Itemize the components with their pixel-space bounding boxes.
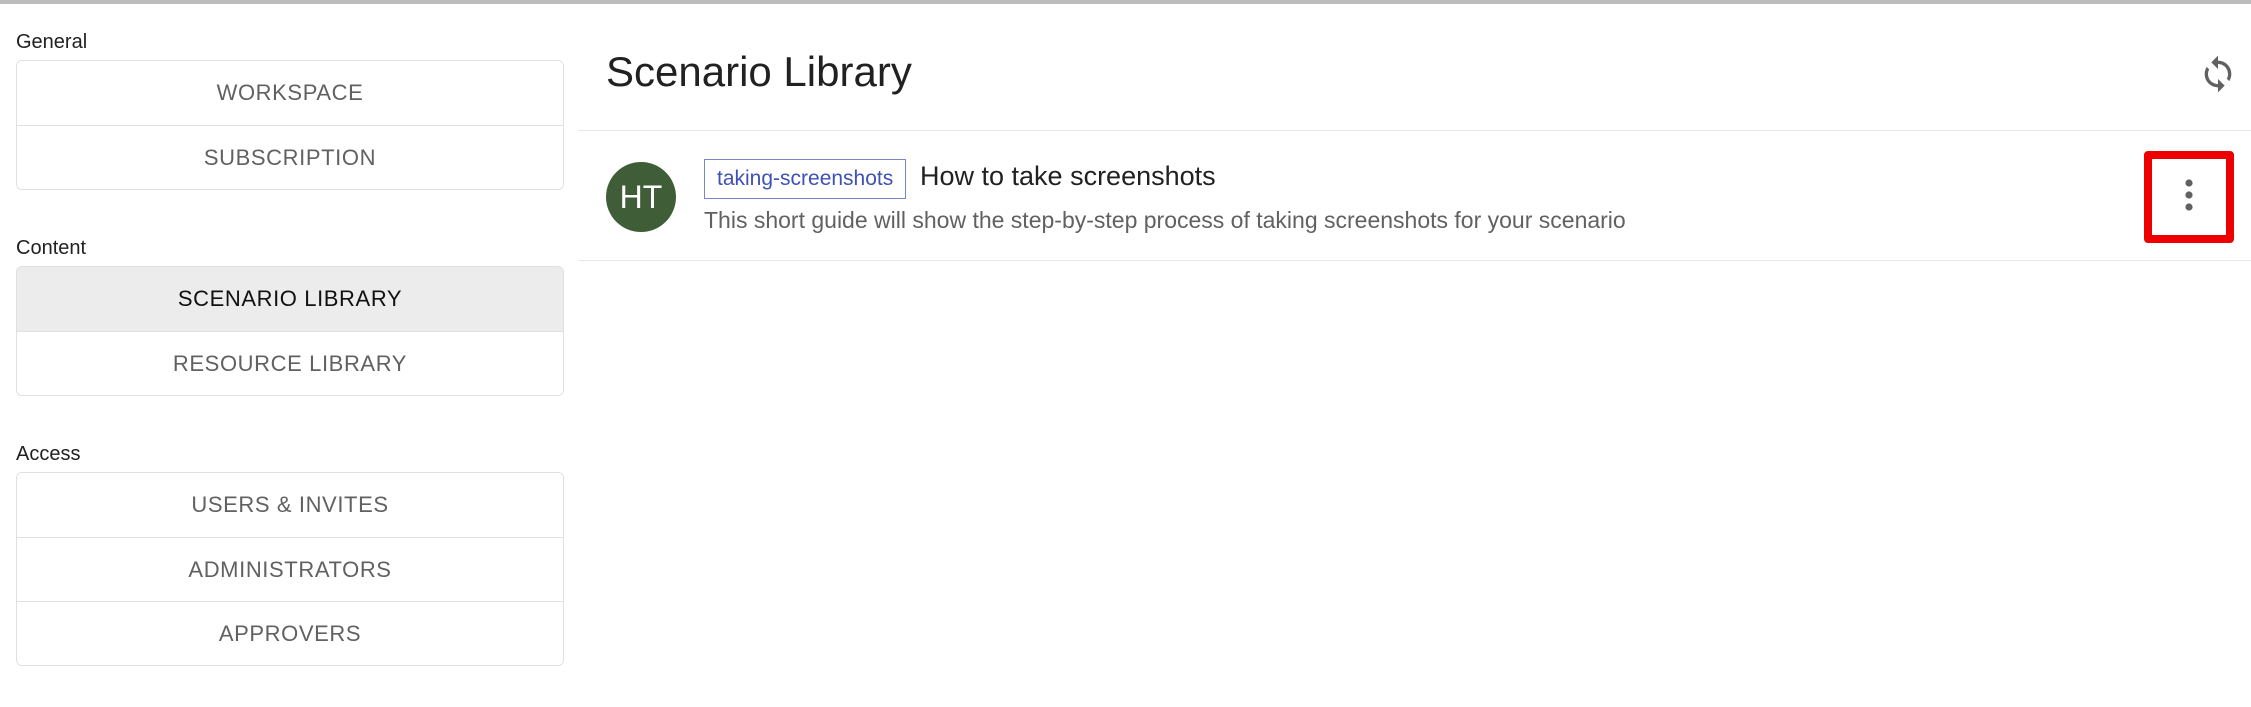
nav-users-invites-button[interactable]: USERS & INVITES [17,473,563,537]
scenario-title: How to take screenshots [920,161,1216,191]
button-group: USERS & INVITES ADMINISTRATORS APPROVERS [16,472,564,666]
main-content: Scenario Library HT taking-screenshots H… [578,0,2251,707]
scenario-list-item[interactable]: HT taking-screenshots How to take screen… [578,130,2251,261]
nav-approvers-button[interactable]: APPROVERS [17,601,563,665]
more-vertical-icon [2182,178,2196,217]
section-content: Content SCENARIO LIBRARY RESOURCE LIBRAR… [16,236,564,396]
nav-subscription-button[interactable]: SUBSCRIPTION [17,125,563,189]
button-group: WORKSPACE SUBSCRIPTION [16,60,564,190]
sidebar: General WORKSPACE SUBSCRIPTION Content S… [16,30,564,666]
nav-resource-library-button[interactable]: RESOURCE LIBRARY [17,331,563,395]
more-options-button[interactable] [2144,151,2234,243]
section-general: General WORKSPACE SUBSCRIPTION [16,30,564,190]
button-group: SCENARIO LIBRARY RESOURCE LIBRARY [16,266,564,396]
scenario-description: This short guide will show the step-by-s… [704,207,1626,233]
scenario-tag[interactable]: taking-screenshots [704,159,907,199]
refresh-icon[interactable] [2198,54,2238,94]
section-label: Access [16,443,81,465]
section-access: Access USERS & INVITES ADMINISTRATORS AP… [16,442,564,666]
avatar: HT [606,162,676,232]
nav-administrators-button[interactable]: ADMINISTRATORS [17,537,563,601]
section-label: General [16,31,88,53]
page-title: Scenario Library [606,48,912,95]
nav-workspace-button[interactable]: WORKSPACE [17,61,563,125]
section-label: Content [16,237,87,259]
nav-scenario-library-button[interactable]: SCENARIO LIBRARY [17,267,563,331]
